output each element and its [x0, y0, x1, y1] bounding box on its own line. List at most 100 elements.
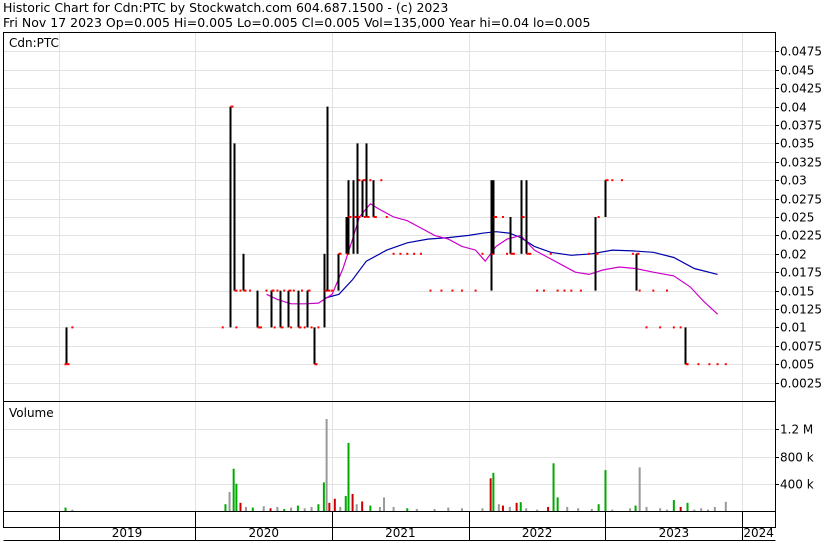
x-tick-label-year: 2019 [112, 526, 143, 540]
volume-bar [611, 509, 614, 511]
volume-panel-title: Volume [9, 406, 54, 420]
volume-bar [693, 509, 696, 511]
close-dot [331, 289, 334, 292]
volume-bar [310, 506, 313, 511]
close-dot [339, 252, 342, 255]
close-dot [638, 289, 641, 292]
volume-bar [339, 506, 342, 511]
volume-bar [497, 504, 500, 511]
close-dot [314, 363, 317, 366]
close-dot [419, 252, 422, 255]
volume-bar [597, 504, 600, 511]
close-dot [708, 363, 711, 366]
volume-bar [361, 501, 364, 511]
volume-bar [303, 508, 306, 511]
volume-bar [629, 508, 632, 511]
close-dot [512, 252, 515, 255]
volume-bar [269, 508, 272, 511]
close-dot [495, 216, 498, 218]
volume-bar [251, 507, 254, 511]
volume-bar [392, 506, 395, 511]
close-dot [501, 216, 504, 218]
close-dot [413, 252, 416, 255]
close-dot [71, 326, 74, 329]
volume-y-tick-label: 400 k [780, 478, 814, 492]
close-dot [666, 289, 669, 292]
volume-bar [224, 504, 227, 511]
close-dot [672, 326, 675, 329]
close-dot [620, 179, 623, 182]
close-dot [283, 289, 286, 292]
volume-bar [519, 502, 522, 511]
price-y-tick-label: 0.0375 [780, 119, 822, 133]
volume-bar [325, 419, 328, 511]
close-dot [481, 252, 484, 255]
volume-bar [536, 509, 539, 511]
volume-bar [515, 502, 518, 511]
volume-bar [406, 508, 409, 511]
volume-bar [481, 508, 484, 511]
volume-bar [460, 508, 463, 511]
volume-bar [235, 483, 238, 511]
volume-bar [344, 496, 347, 511]
volume-y-tick-label: 800 k [780, 451, 814, 465]
close-dot [358, 179, 361, 182]
price-y-tick-label: 0.0175 [780, 266, 822, 280]
price-y-tick-label: 0.04 [780, 101, 807, 115]
close-dot [303, 326, 306, 329]
close-dot [506, 252, 509, 255]
volume-bar [489, 478, 492, 511]
volume-bar [672, 500, 675, 511]
volume-bar [228, 491, 231, 511]
volume-y-axis: 1.2 M 800 k 400 k [775, 423, 814, 492]
close-dot [697, 363, 700, 366]
x-tick-label-year: 2020 [248, 526, 279, 540]
close-dot [363, 216, 366, 218]
close-dot [451, 289, 454, 292]
price-y-tick-label: 0.01 [780, 321, 807, 335]
volume-bar [645, 506, 648, 511]
close-dot [290, 326, 293, 329]
volume-bar [679, 506, 682, 511]
volume-bar [686, 502, 689, 511]
close-dot [474, 289, 477, 292]
close-dot [276, 289, 279, 292]
price-y-tick-label: 0.0025 [780, 377, 822, 391]
close-dot [645, 326, 648, 329]
volume-bar [244, 506, 247, 511]
price-y-tick-label: 0.045 [780, 64, 814, 78]
x-tick-label-year: 2024 [743, 526, 774, 540]
volume-bar [666, 509, 669, 511]
volume-bar [378, 506, 381, 511]
stock-chart-canvas: Historic Chart for Cdn:PTC by Stockwatch… [0, 0, 830, 543]
volume-y-tick-label: 1.2 M [780, 423, 813, 437]
price-y-tick-label: 0.0225 [780, 229, 822, 243]
close-dot [239, 289, 242, 292]
volume-bar [700, 508, 703, 511]
close-dot [686, 363, 689, 366]
close-dot [64, 363, 67, 366]
close-dot [292, 289, 295, 292]
price-y-tick-label: 0.015 [780, 285, 814, 299]
price-y-tick-label: 0.025 [780, 211, 814, 225]
price-y-tick-label: 0.02 [780, 248, 807, 262]
price-y-tick-label: 0.0125 [780, 303, 822, 317]
close-dot [235, 326, 238, 329]
volume-bar [659, 508, 662, 511]
price-y-tick-label: 0.0475 [780, 45, 822, 59]
close-dot [301, 289, 304, 292]
close-dot [460, 289, 463, 292]
close-dot [588, 252, 591, 255]
close-dot [399, 252, 402, 255]
close-dot [570, 289, 573, 292]
close-dot [249, 289, 252, 292]
volume-bar [634, 505, 637, 511]
volume-bar [525, 508, 528, 511]
close-dot [724, 363, 727, 366]
volume-bar [447, 507, 450, 511]
volume-bar [638, 467, 641, 511]
close-dot [440, 289, 443, 292]
close-dot [374, 216, 377, 218]
price-y-axis: 0.0475 0.045 0.0425 0.04 0.0375 0.035 0.0325 0.… [775, 45, 822, 391]
close-dot [406, 252, 409, 255]
